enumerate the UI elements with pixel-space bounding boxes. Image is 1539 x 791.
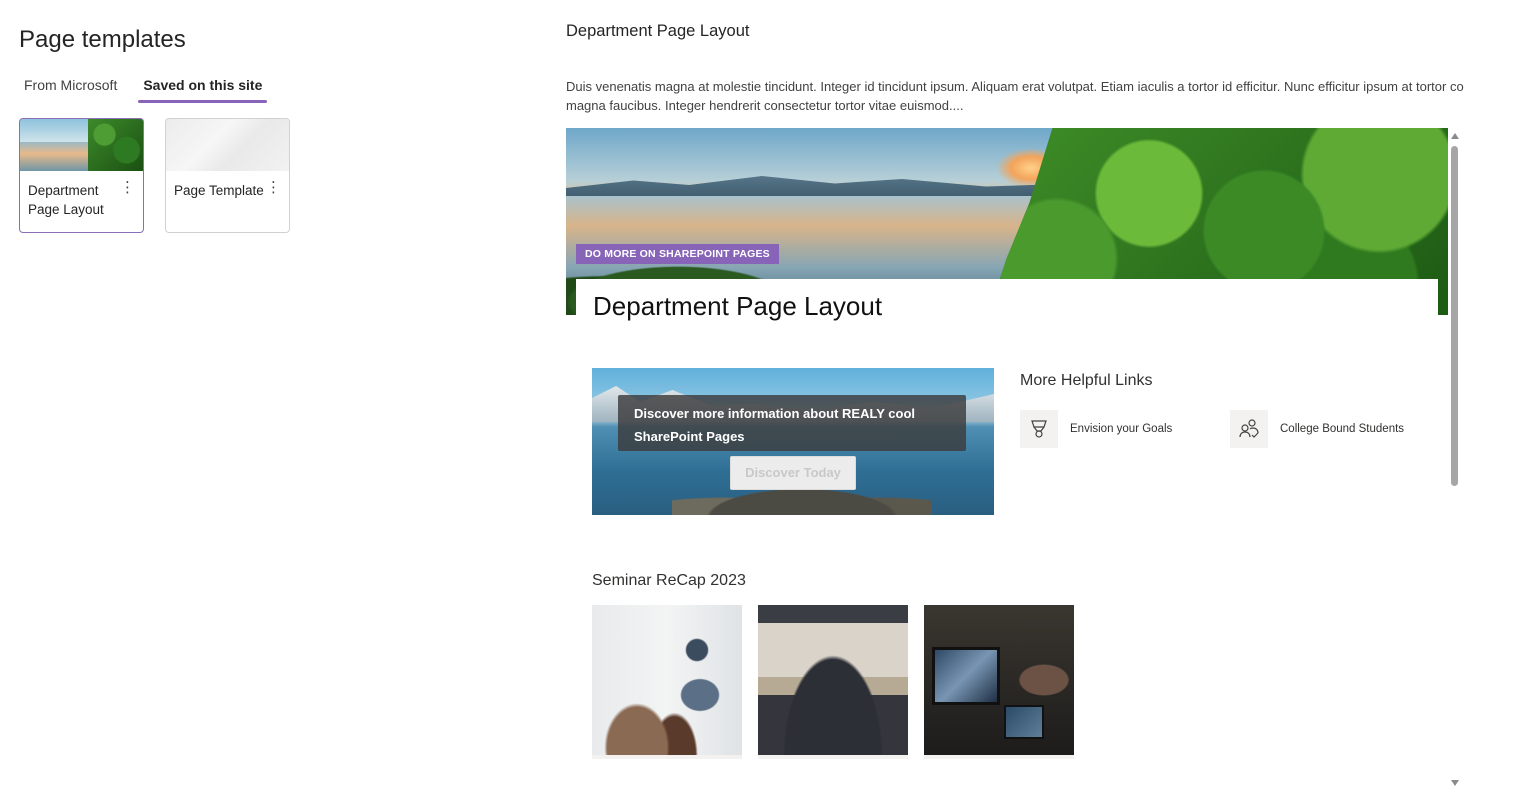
description-line: Duis venenatis magna at molestie tincidu… bbox=[566, 79, 1464, 94]
description-line: magna faucibus. Integer hendrerit consec… bbox=[566, 98, 964, 113]
quick-links-heading: More Helpful Links bbox=[1020, 372, 1153, 389]
card-label: Department Page Layout bbox=[28, 183, 104, 217]
quick-link-college-bound[interactable]: College Bound Students bbox=[1230, 410, 1404, 448]
page-preview-frame[interactable]: DO MORE ON SHAREPOINT PAGES Department P… bbox=[566, 128, 1448, 791]
quick-link-label: Envision your Goals bbox=[1070, 423, 1173, 435]
card-thumbnail bbox=[20, 119, 143, 171]
scroll-down-arrow-icon[interactable] bbox=[1451, 780, 1459, 786]
banner-text: Discover more information about REALY co… bbox=[634, 406, 915, 444]
preview-description: Duis venenatis magna at molestie tincidu… bbox=[566, 77, 1539, 115]
trophy-icon bbox=[1020, 410, 1058, 448]
preview-title: Department Page Layout bbox=[566, 22, 750, 40]
scroll-up-arrow-icon[interactable] bbox=[1451, 133, 1459, 139]
hero-topic-tag: DO MORE ON SHAREPOINT PAGES bbox=[576, 244, 779, 264]
discover-today-button[interactable]: Discover Today bbox=[730, 456, 856, 490]
template-cards: Department Page Layout ⋮ Page Template ⋮ bbox=[19, 118, 290, 233]
presenter-audience-photo[interactable] bbox=[592, 605, 742, 759]
seminar-image-gallery bbox=[592, 605, 1074, 759]
more-vertical-icon[interactable]: ⋮ bbox=[120, 180, 135, 195]
card-label: Page Template bbox=[174, 183, 264, 198]
seminar-heading: Seminar ReCap 2023 bbox=[592, 572, 746, 589]
panel-title: Page templates bbox=[19, 26, 186, 53]
page-heading: Department Page Layout bbox=[593, 291, 883, 321]
quick-link-envision-goals[interactable]: Envision your Goals bbox=[1020, 410, 1172, 448]
tab-from-microsoft[interactable]: From Microsoft bbox=[19, 74, 122, 103]
more-vertical-icon[interactable]: ⋮ bbox=[266, 180, 281, 195]
quick-link-label: College Bound Students bbox=[1280, 423, 1405, 435]
template-tabs: From Microsoft Saved on this site bbox=[19, 74, 283, 103]
scrollbar-thumb[interactable] bbox=[1451, 146, 1458, 486]
card-thumbnail bbox=[166, 119, 289, 171]
call-to-action-banner: Discover more information about REALY co… bbox=[592, 368, 994, 515]
conference-stage-photo[interactable] bbox=[758, 605, 908, 759]
preview-scrollbar[interactable] bbox=[1448, 128, 1461, 791]
banner-overlay: Discover more information about REALY co… bbox=[618, 395, 966, 451]
page-title-box: Department Page Layout bbox=[576, 279, 1438, 339]
template-card-department-page-layout[interactable]: Department Page Layout ⋮ bbox=[19, 118, 144, 233]
template-card-page-template[interactable]: Page Template ⋮ bbox=[165, 118, 290, 233]
control-room-photo[interactable] bbox=[924, 605, 1074, 759]
people-check-icon bbox=[1230, 410, 1268, 448]
tab-saved-on-this-site[interactable]: Saved on this site bbox=[138, 74, 268, 103]
